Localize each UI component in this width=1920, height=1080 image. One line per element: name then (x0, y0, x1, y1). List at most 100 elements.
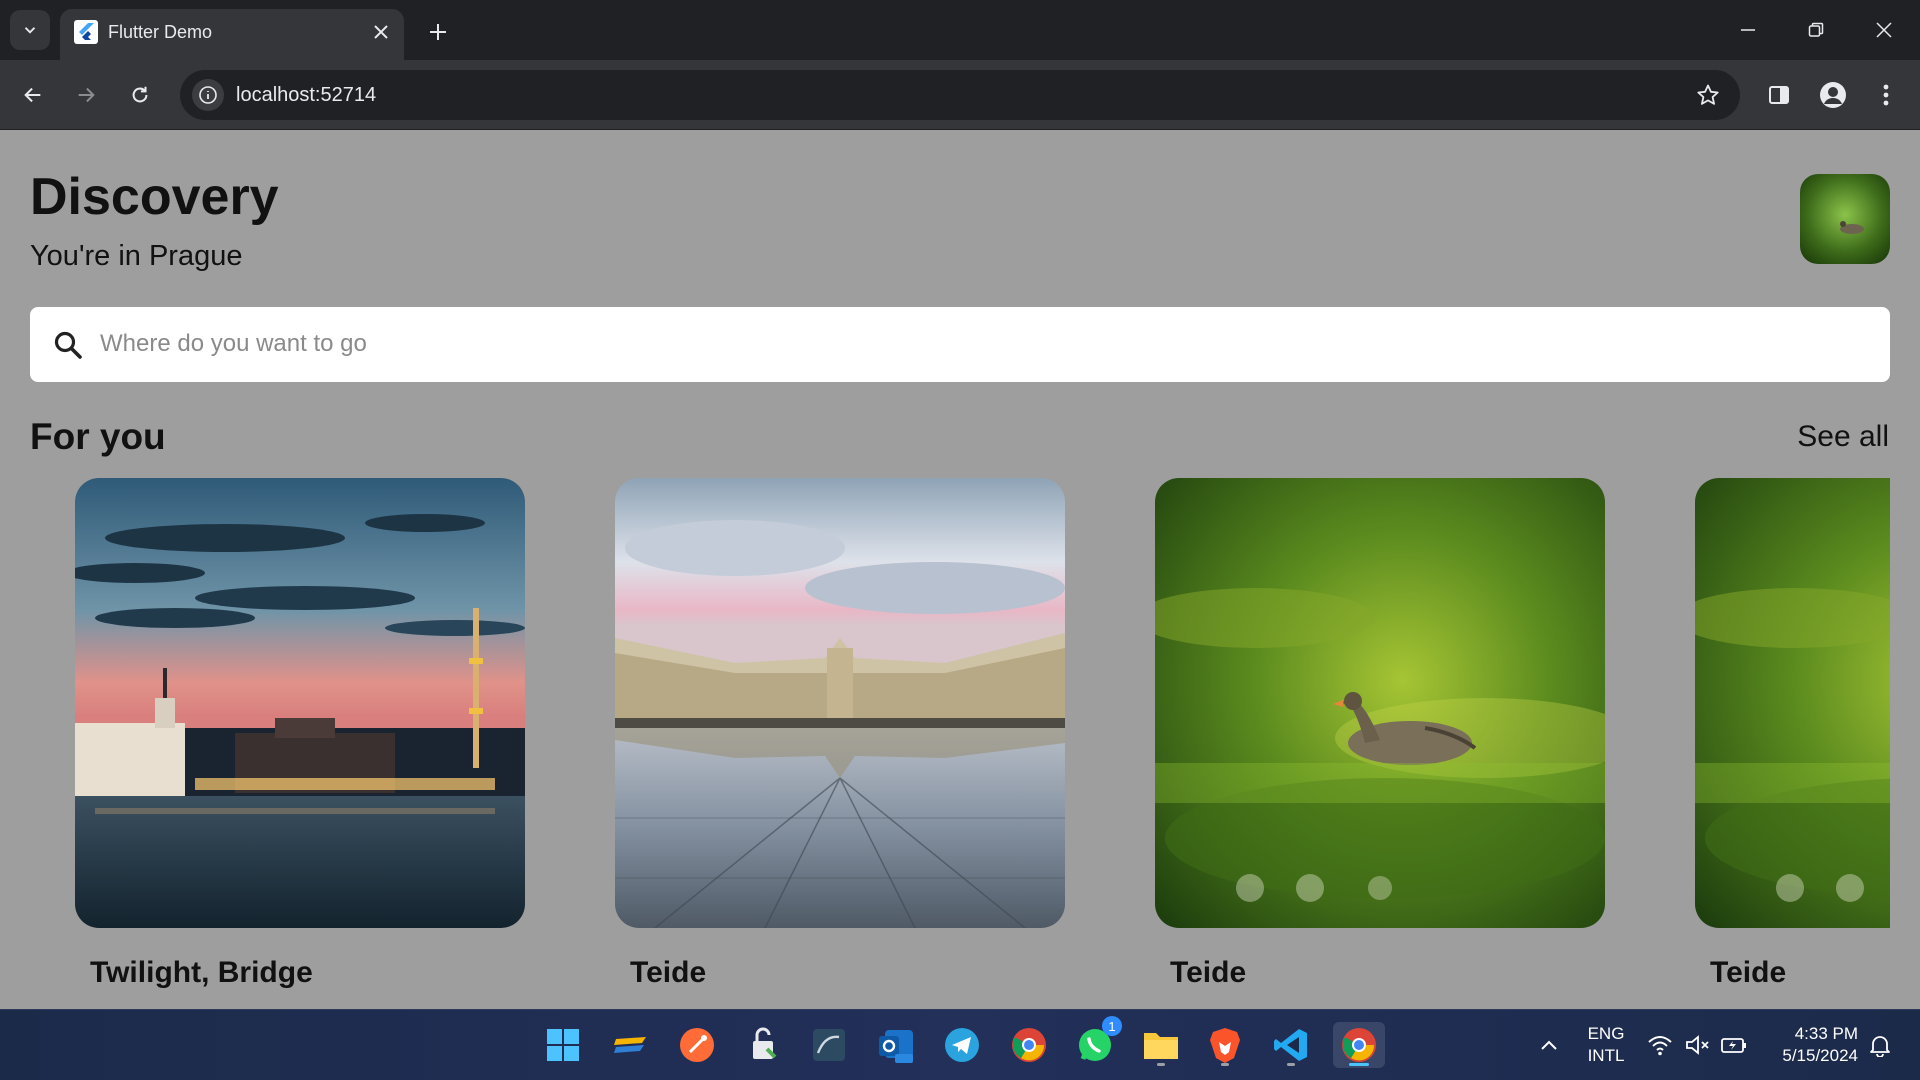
destination-card[interactable]: Twilight, Bridge (75, 478, 525, 1009)
windows-logo-icon (547, 1029, 579, 1061)
package-icon (753, 1027, 777, 1059)
restore-icon (1808, 22, 1824, 37)
taskbar-app-chrome-1[interactable] (1006, 1022, 1052, 1068)
taskbar-app-chrome-active[interactable] (1333, 1022, 1385, 1068)
for-you-carousel[interactable]: Twilight, Bridge Teide Teide Teide (75, 478, 1890, 1009)
info-icon (199, 86, 217, 104)
taskbar-app-mysql[interactable] (806, 1022, 852, 1068)
reload-button[interactable] (120, 75, 160, 115)
address-bar[interactable]: localhost:52714 (180, 70, 1740, 120)
browser-toolbar: localhost:52714 (0, 60, 1920, 130)
close-icon (374, 25, 388, 39)
site-info-button[interactable] (192, 79, 224, 111)
speaker-muted-icon (1686, 1035, 1709, 1055)
minimize-icon (1741, 29, 1755, 31)
taskbar-app-whatsapp[interactable]: 1 (1072, 1016, 1122, 1068)
clock[interactable]: 4:33 PM 5/15/2024 (1762, 1023, 1858, 1067)
bell-icon (1870, 1036, 1890, 1057)
taskbar-app-brave[interactable] (1202, 1022, 1248, 1068)
taskbar-app-outlook[interactable] (873, 1022, 919, 1068)
minimize-button[interactable] (1724, 10, 1772, 50)
location-subtitle: You're in Prague (30, 240, 243, 272)
avatar-image (1800, 174, 1890, 264)
taskbar-app-installer[interactable] (740, 1022, 786, 1068)
postman-icon (680, 1028, 714, 1062)
language-indicator[interactable]: ENG INTL (1580, 1023, 1632, 1067)
taskbar-app-postman[interactable] (674, 1022, 720, 1068)
city-twilight-skyline-image (75, 478, 525, 928)
chevron-down-icon (24, 27, 36, 34)
running-indicator (1221, 1063, 1229, 1066)
forward-button[interactable] (66, 75, 106, 115)
wifi-icon (1648, 1036, 1672, 1056)
destination-card[interactable]: Teide (615, 478, 1065, 1009)
avatar[interactable] (1800, 174, 1890, 264)
destination-card[interactable]: Teide (1695, 478, 1890, 1009)
language-code: ENG (1587, 1024, 1625, 1043)
telegram-icon (945, 1028, 979, 1062)
chrome-icon (1012, 1028, 1046, 1062)
start-button[interactable] (540, 1022, 586, 1068)
taskbar-app-vscode[interactable] (1268, 1022, 1314, 1068)
taskbar-app-1[interactable] (607, 1022, 653, 1068)
search-input[interactable] (100, 319, 1860, 369)
notifications-button[interactable] (1860, 1022, 1900, 1068)
see-all-button[interactable]: See all (1797, 420, 1889, 454)
reload-icon (132, 86, 148, 103)
show-hidden-icons-button[interactable] (1526, 1022, 1572, 1068)
vscode-icon (1274, 1029, 1307, 1061)
bookmark-button[interactable] (1694, 81, 1722, 109)
chevron-up-icon (1541, 1040, 1557, 1050)
clock-time: 4:33 PM (1794, 1024, 1858, 1043)
person-icon (1820, 82, 1846, 108)
app-stripes-icon (614, 1037, 646, 1053)
keyboard-layout: INTL (1587, 1046, 1625, 1065)
volume-button[interactable] (1678, 1022, 1718, 1068)
battery-charging-icon (1721, 1038, 1746, 1053)
browser-tab[interactable]: Flutter Demo (60, 9, 404, 60)
destination-card[interactable]: Teide (1155, 478, 1605, 1009)
palace-water-mirror-image (615, 478, 1065, 928)
clock-date: 5/15/2024 (1782, 1046, 1858, 1065)
active-indicator (1349, 1063, 1369, 1066)
plus-icon (430, 24, 446, 40)
folder-icon (1144, 1033, 1178, 1059)
page-title: Discovery (30, 168, 279, 226)
database-icon (813, 1029, 845, 1061)
search-icon (54, 331, 82, 359)
battery-button[interactable] (1714, 1022, 1754, 1068)
url-text[interactable]: localhost:52714 (236, 84, 376, 107)
outlook-icon (879, 1030, 913, 1063)
window-close-button[interactable] (1860, 10, 1908, 50)
back-button[interactable] (13, 75, 53, 115)
side-panel-button[interactable] (1759, 75, 1799, 115)
browser-menu-button[interactable] (1866, 75, 1906, 115)
tab-close-button[interactable] (368, 19, 394, 45)
taskbar-app-file-explorer[interactable] (1138, 1022, 1184, 1068)
brave-lion-icon (1210, 1028, 1240, 1063)
card-title: Teide (1170, 956, 1247, 989)
goose-in-grass-image (1695, 478, 1890, 928)
os-taskbar: 1 ENG INTL 4:33 PM 5/15/2024 (0, 1009, 1920, 1080)
browser-tab-bar: Flutter Demo (0, 0, 1920, 60)
tab-title: Flutter Demo (108, 22, 213, 42)
running-indicator (1287, 1063, 1295, 1066)
more-vertical-icon (1883, 84, 1889, 106)
profile-button[interactable] (1813, 75, 1853, 115)
app-page: Discovery You're in Prague For you See a… (0, 131, 1920, 1009)
goose-in-grass-image (1155, 478, 1605, 928)
section-title: For you (30, 416, 166, 457)
card-title: Teide (630, 956, 707, 989)
wifi-button[interactable] (1640, 1022, 1680, 1068)
chrome-icon (1342, 1028, 1376, 1062)
restore-button[interactable] (1792, 10, 1840, 50)
tab-search-button[interactable] (10, 10, 50, 50)
new-tab-button[interactable] (420, 14, 456, 50)
taskbar-app-telegram[interactable] (939, 1022, 985, 1068)
side-panel-icon (1769, 86, 1789, 104)
flutter-logo-icon (74, 20, 98, 44)
arrow-left-icon (24, 87, 41, 103)
notification-badge: 1 (1102, 1016, 1122, 1036)
search-bar[interactable] (30, 307, 1890, 382)
close-icon (1876, 22, 1892, 38)
